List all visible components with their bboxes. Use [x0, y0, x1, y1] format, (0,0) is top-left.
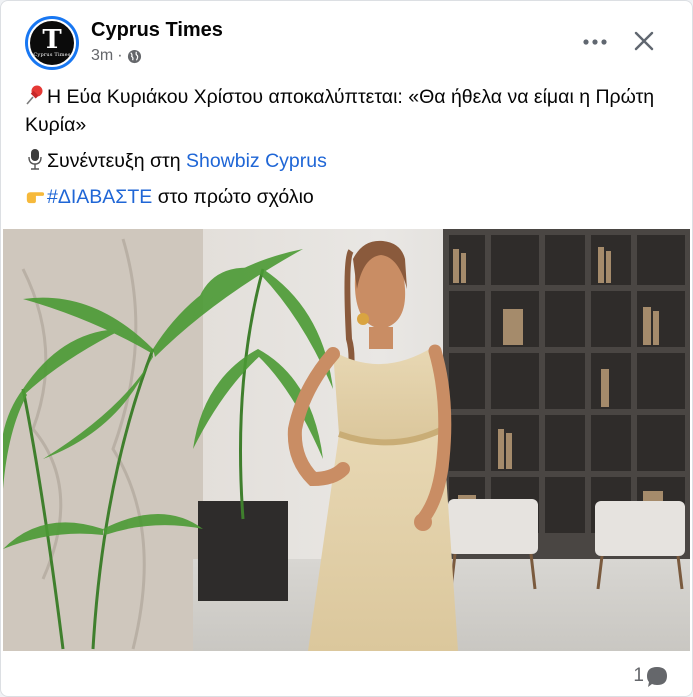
- post-text: Η Εύα Κυριάκου Χρίστου αποκαλύπτεται: «Θ…: [25, 83, 665, 219]
- post-timestamp[interactable]: 3m: [91, 47, 113, 65]
- post-header: T Cyprus Times Cyprus Times 3m ·: [25, 16, 692, 72]
- page-name-link[interactable]: Cyprus Times: [91, 19, 223, 42]
- pushpin-emoji: [26, 85, 43, 105]
- comment-bubble-icon[interactable]: [646, 666, 668, 688]
- post-footer: 1: [1, 653, 692, 696]
- avatar-subtext: Cyprus Times: [33, 52, 71, 58]
- more-dots-icon: [583, 39, 607, 45]
- post-meta: 3m ·: [91, 47, 142, 65]
- read-more-text: στο πρώτο σχόλιο: [152, 186, 314, 208]
- microphone-emoji: [28, 149, 42, 170]
- avatar-logo: T Cyprus Times: [28, 19, 76, 67]
- close-button[interactable]: [625, 22, 663, 60]
- post-headline: Η Εύα Κυριάκου Χρίστου αποκαλύπτεται: «Θ…: [25, 83, 665, 139]
- showbiz-cyprus-link[interactable]: Showbiz Cyprus: [186, 150, 327, 172]
- headline-text: Η Εύα Κυριάκου Χρίστου αποκαλύπτεται: «Θ…: [25, 86, 655, 136]
- meta-separator: ·: [117, 47, 123, 64]
- close-icon: [634, 31, 654, 51]
- page-avatar[interactable]: T Cyprus Times: [25, 16, 79, 70]
- woman-in-gold-dress-photo: [3, 229, 690, 651]
- post-card: T Cyprus Times Cyprus Times 3m · Η Εύα Κ…: [0, 0, 693, 697]
- interview-line: Συνέντευξη στη Showbiz Cyprus: [25, 147, 665, 175]
- comment-count[interactable]: 1: [633, 665, 644, 687]
- more-options-button[interactable]: [577, 24, 613, 60]
- avatar-letter: T: [42, 25, 62, 55]
- diabaste-hashtag-link[interactable]: #ΔΙΑΒΑΣΤΕ: [47, 186, 152, 208]
- pointing-hand-emoji: [26, 192, 45, 204]
- globe-icon[interactable]: [127, 49, 142, 64]
- read-more-line: #ΔΙΑΒΑΣΤΕ στο πρώτο σχόλιο: [25, 183, 665, 211]
- interview-text: Συνέντευξη στη: [47, 150, 186, 172]
- post-photo[interactable]: [3, 229, 690, 651]
